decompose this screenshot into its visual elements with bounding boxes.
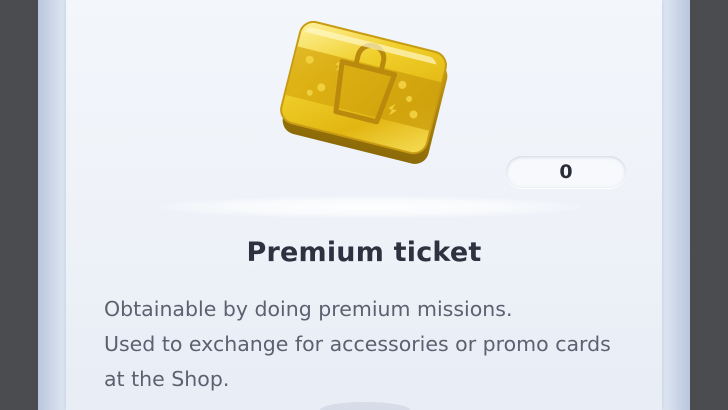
item-count-value: 0 [559, 161, 573, 183]
screen: 0 Premium ticket Obtainable by doing pre… [0, 0, 728, 410]
premium-ticket-icon [270, 6, 460, 174]
item-title: Premium ticket [246, 237, 482, 268]
description-line-2: Used to exchange for accessories or prom… [104, 332, 611, 356]
description-line-3: at the Shop. [104, 367, 230, 391]
item-count-badge: 0 [506, 156, 626, 188]
description-line-1: Obtainable by doing premium missions. [104, 297, 513, 321]
item-description: Obtainable by doing premium missions. Us… [104, 292, 644, 397]
pedestal-glow [160, 196, 580, 218]
